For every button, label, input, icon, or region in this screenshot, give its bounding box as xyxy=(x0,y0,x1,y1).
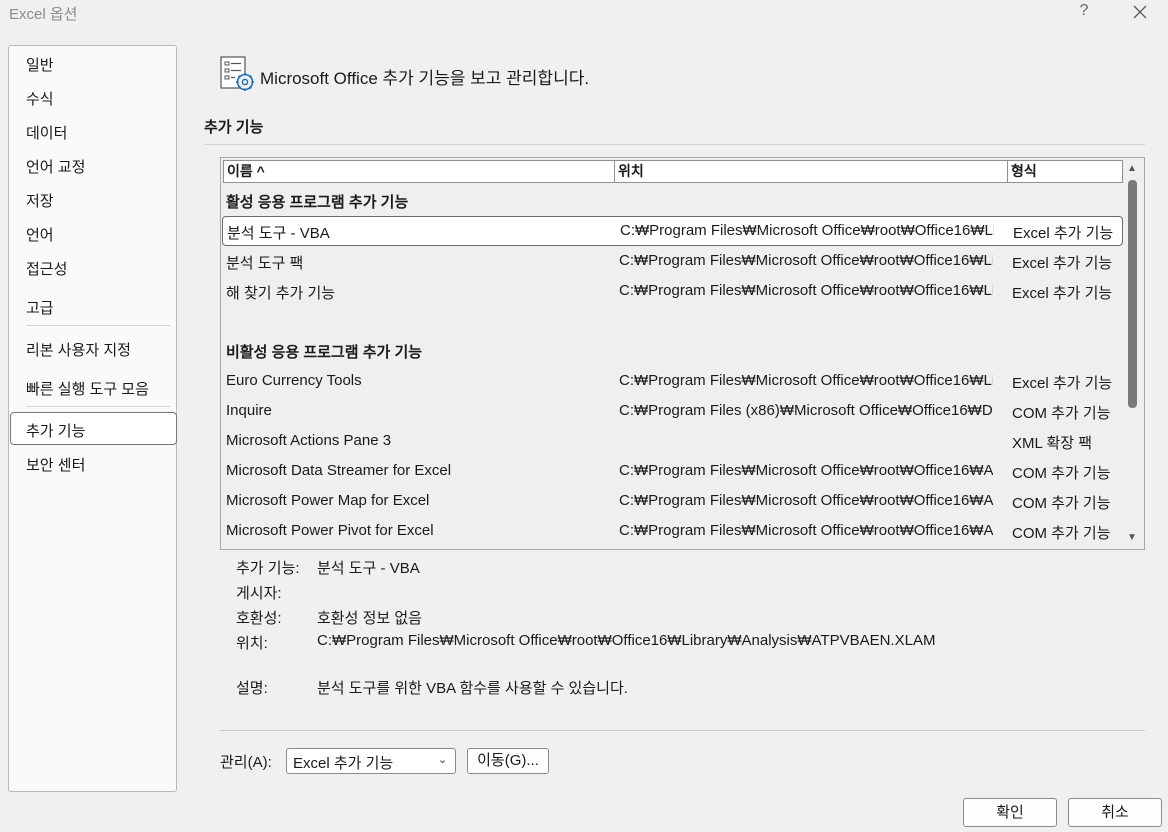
help-button[interactable]: ? xyxy=(1077,2,1091,20)
column-header-type[interactable]: 형식 xyxy=(1007,160,1123,183)
detail-location-label: 위치: xyxy=(236,635,268,652)
cell-location: C:₩Program Files₩Microsoft Office₩root₩O… xyxy=(620,222,994,239)
cell-name: 해 찾기 추가 기능 xyxy=(226,285,336,302)
ok-button[interactable]: 확인 xyxy=(963,798,1057,827)
detail-location-value: C:₩Program Files₩Microsoft Office₩root₩O… xyxy=(317,632,936,649)
cell-type: Excel 추가 기능 xyxy=(1012,375,1113,392)
table-row[interactable]: Euro Currency Tools C:₩Program Files₩Mic… xyxy=(222,366,1123,396)
close-button[interactable] xyxy=(1130,2,1150,22)
cell-type: COM 추가 기능 xyxy=(1012,525,1111,542)
scroll-down-arrow-icon[interactable]: ▼ xyxy=(1127,532,1137,543)
cell-type: Excel 추가 기능 xyxy=(1012,255,1113,272)
cell-name: Microsoft Data Streamer for Excel xyxy=(226,462,452,479)
cell-type: COM 추가 기능 xyxy=(1012,465,1111,482)
cell-location: C:₩Program Files₩Microsoft Office₩root₩O… xyxy=(619,522,993,539)
cell-type: Excel 추가 기능 xyxy=(1012,285,1113,302)
cell-name: Euro Currency Tools xyxy=(226,372,362,389)
sidebar-item-data[interactable]: 데이터 xyxy=(26,122,67,143)
group-header-inactive: 비활성 응용 프로그램 추가 기능 xyxy=(226,344,423,361)
sidebar-item-addins[interactable]: 추가 기능 xyxy=(26,420,85,441)
sidebar-divider xyxy=(26,325,170,326)
addins-gear-icon xyxy=(219,56,255,92)
cell-type: XML 확장 팩 xyxy=(1012,435,1093,452)
cell-name: Microsoft Actions Pane 3 xyxy=(226,432,392,449)
sidebar-item-save[interactable]: 저장 xyxy=(26,190,54,211)
scroll-up-arrow-icon[interactable]: ▲ xyxy=(1127,163,1137,174)
table-row[interactable]: Inquire C:₩Program Files (x86)₩Microsoft… xyxy=(222,396,1123,426)
cell-type: COM 추가 기능 xyxy=(1012,495,1111,512)
section-divider xyxy=(204,144,1145,145)
go-button[interactable]: 이동(G)... xyxy=(467,748,549,774)
cell-type: COM 추가 기능 xyxy=(1012,405,1111,422)
sidebar-divider xyxy=(26,406,170,407)
manage-label: 관리(A): xyxy=(220,754,272,771)
cell-location: C:₩Program Files₩Microsoft Office₩root₩O… xyxy=(619,372,993,389)
cancel-button[interactable]: 취소 xyxy=(1068,798,1162,827)
cell-name: 분석 도구 - VBA xyxy=(227,225,330,242)
bottom-divider xyxy=(220,730,1145,731)
sidebar-item-formulas[interactable]: 수식 xyxy=(26,88,54,109)
column-header-name[interactable]: 이름 ^ xyxy=(223,160,616,183)
table-row[interactable]: 분석 도구 팩 C:₩Program Files₩Microsoft Offic… xyxy=(222,246,1123,276)
detail-addin-label: 추가 기능: xyxy=(236,560,300,577)
section-title: 추가 기능 xyxy=(204,119,264,136)
cell-location: C:₩Program Files (x86)₩Microsoft Office₩… xyxy=(619,402,993,419)
table-row[interactable]: 분석 도구 - VBA C:₩Program Files₩Microsoft O… xyxy=(222,216,1123,246)
sidebar-item-advanced[interactable]: 고급 xyxy=(26,297,54,318)
table-row[interactable]: Microsoft Actions Pane 3 XML 확장 팩 xyxy=(222,426,1123,456)
addins-list[interactable]: 이름 ^ 위치 형식 활성 응용 프로그램 추가 기능 분석 도구 - VBA … xyxy=(220,157,1145,550)
sidebar-item-customize-ribbon[interactable]: 리본 사용자 지정 xyxy=(26,339,131,360)
cell-location: C:₩Program Files₩Microsoft Office₩root₩O… xyxy=(619,492,993,509)
cell-location: C:₩Program Files₩Microsoft Office₩root₩O… xyxy=(619,462,993,479)
table-row[interactable]: Microsoft Power Pivot for Excel C:₩Progr… xyxy=(222,516,1123,546)
sidebar-item-accessibility[interactable]: 접근성 xyxy=(26,258,67,279)
sidebar-item-language[interactable]: 언어 xyxy=(26,224,54,245)
sidebar: 일반 수식 데이터 언어 교정 저장 언어 접근성 고급 리본 사용자 지정 빠… xyxy=(8,45,177,792)
sidebar-item-quick-access-toolbar[interactable]: 빠른 실행 도구 모음 xyxy=(26,378,149,399)
page-heading: Microsoft Office 추가 기능을 보고 관리합니다. xyxy=(260,69,590,88)
cell-type: Excel 추가 기능 xyxy=(1013,225,1114,242)
column-header-location[interactable]: 위치 xyxy=(614,160,1009,183)
scrollbar-thumb[interactable] xyxy=(1128,180,1137,408)
table-row[interactable]: Microsoft Data Streamer for Excel C:₩Pro… xyxy=(222,456,1123,486)
close-icon xyxy=(1133,5,1147,19)
sidebar-item-proofing[interactable]: 언어 교정 xyxy=(26,156,85,177)
detail-description-label: 설명: xyxy=(236,680,268,697)
table-row[interactable]: 해 찾기 추가 기능 C:₩Program Files₩Microsoft Of… xyxy=(222,276,1123,306)
cell-location: C:₩Program Files₩Microsoft Office₩root₩O… xyxy=(619,252,993,269)
manage-select[interactable]: Excel 추가 기능 ⌄ xyxy=(286,748,456,774)
cell-name: 분석 도구 팩 xyxy=(226,255,304,272)
sidebar-item-trust-center[interactable]: 보안 센터 xyxy=(26,454,85,475)
cell-name: Microsoft Power Pivot for Excel xyxy=(226,522,434,539)
cell-name: Inquire xyxy=(226,402,272,419)
cell-name: Microsoft Power Map for Excel xyxy=(226,492,430,509)
detail-addin-value: 분석 도구 - VBA xyxy=(317,560,420,577)
detail-compat-label: 호환성: xyxy=(236,610,282,627)
detail-compat-value: 호환성 정보 없음 xyxy=(317,610,422,627)
table-row[interactable]: Microsoft Power Map for Excel C:₩Program… xyxy=(222,486,1123,516)
chevron-down-icon: ⌄ xyxy=(438,754,448,766)
group-header-active: 활성 응용 프로그램 추가 기능 xyxy=(226,194,409,211)
detail-publisher-label: 게시자: xyxy=(236,585,282,602)
detail-description-value: 분석 도구를 위한 VBA 함수를 사용할 수 있습니다. xyxy=(317,680,628,697)
cell-location: C:₩Program Files₩Microsoft Office₩root₩O… xyxy=(619,282,993,299)
sidebar-item-general[interactable]: 일반 xyxy=(26,54,54,75)
window-title: Excel 옵션 xyxy=(9,6,78,23)
manage-select-value: Excel 추가 기능 xyxy=(293,755,394,772)
